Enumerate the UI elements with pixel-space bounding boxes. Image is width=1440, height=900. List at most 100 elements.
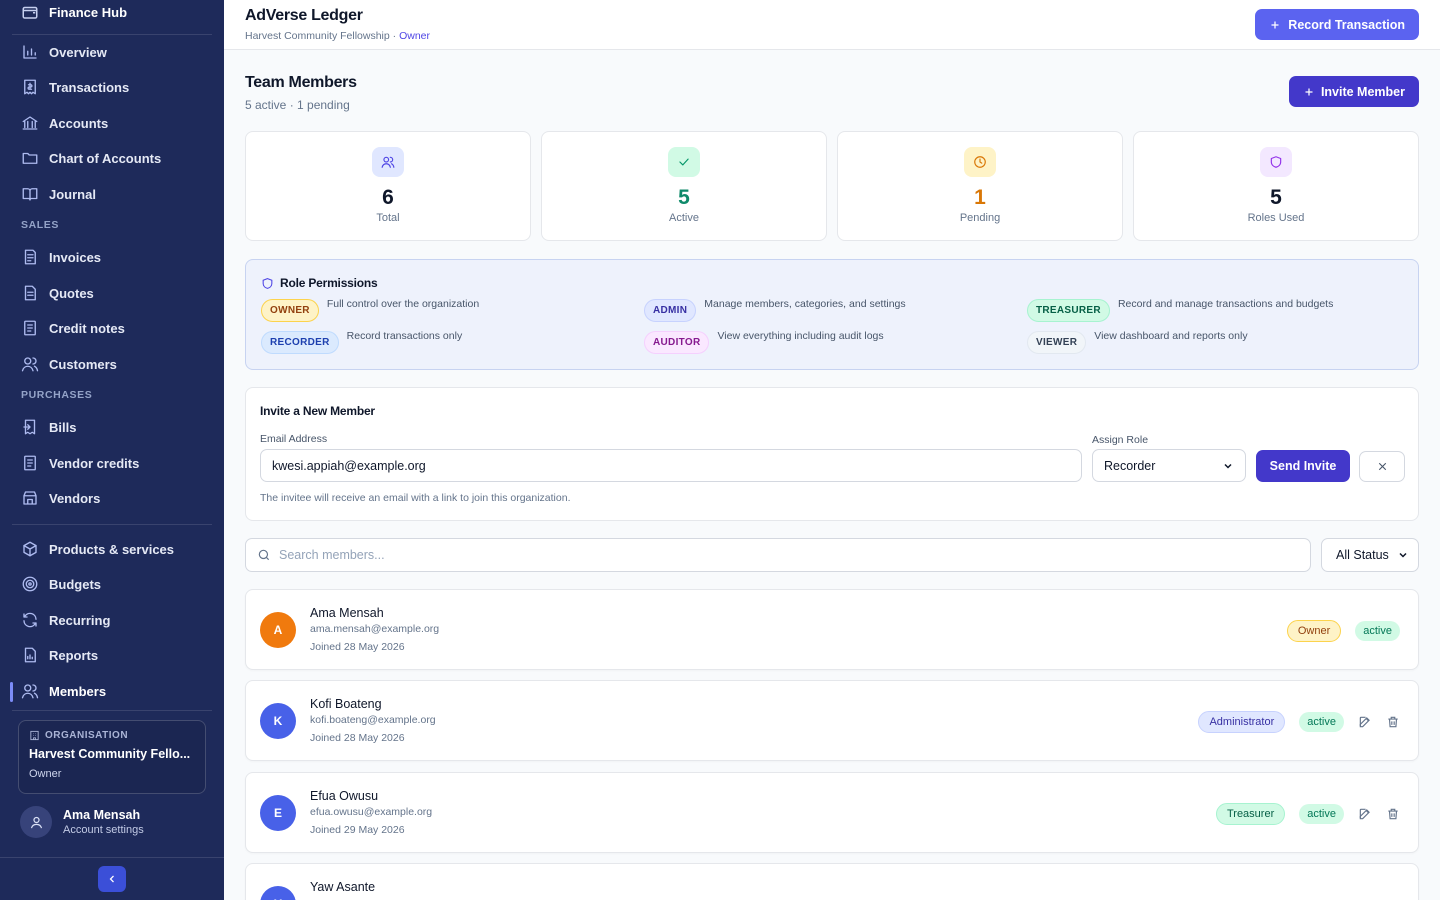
stat-value: 1	[974, 186, 986, 209]
avatar	[20, 806, 52, 838]
sidebar-item-label: Vendor credits	[49, 455, 140, 471]
delete-member-button[interactable]	[1386, 715, 1400, 729]
credit-note-icon	[24, 320, 36, 336]
edit-icon	[1359, 808, 1370, 819]
sidebar-item-label: Journal	[49, 186, 96, 202]
stat-label: Pending	[959, 212, 1001, 224]
email-label: Email Address	[260, 433, 328, 445]
sidebar-item-label: Customers	[49, 356, 117, 372]
sidebar-item-invoices[interactable]: Invoices	[12, 240, 212, 274]
sidebar-item-quotes[interactable]: Quotes	[12, 276, 212, 310]
sidebar-item-label: Products & services	[49, 541, 175, 557]
sidebar-item-customers[interactable]: Customers	[12, 347, 212, 381]
sidebar-item-reports[interactable]: Reports	[12, 638, 212, 672]
status-badge: active	[1299, 711, 1344, 732]
delete-member-button[interactable]	[1386, 807, 1400, 821]
sidebar-item-members[interactable]: Members	[10, 674, 212, 708]
sidebar-item-label: Chart of Accounts	[49, 150, 162, 166]
plus-icon	[1271, 21, 1279, 28]
section-sales-label: SALES	[21, 219, 60, 231]
email-field[interactable]: kwesi.appiah@example.org	[260, 449, 1082, 482]
member-joined: Joined 28 May 2026	[310, 641, 405, 653]
permission-owner: OWNER Full control over the organization	[261, 298, 480, 322]
section-purchases-label: PURCHASES	[21, 389, 93, 401]
sidebar-item-label: Vendors	[49, 490, 101, 506]
record-transaction-label: Record Transaction	[1288, 17, 1405, 32]
permission-auditor: AUDITOR View everything including audit l…	[644, 330, 884, 354]
member-row[interactable]: A Ama Mensah ama.mensah@example.org Joined …	[245, 589, 1419, 670]
role-badge: Treasurer	[1215, 802, 1286, 825]
record-transaction-button[interactable]: Record Transaction	[1255, 9, 1419, 40]
role-badge: AUDITOR	[644, 331, 710, 354]
permission-recorder: RECORDER Record transactions only	[261, 330, 463, 354]
role-badge: RECORDER	[261, 331, 339, 354]
edit-member-button[interactable]	[1358, 715, 1372, 729]
sidebar-item-overview[interactable]: Overview	[12, 35, 212, 69]
search-input[interactable]: Search members...	[245, 538, 1311, 572]
permission-viewer: VIEWER View dashboard and reports only	[1027, 330, 1248, 354]
status-filter-select[interactable]: All Status	[1321, 538, 1419, 572]
sidebar-item-label: Invoices	[49, 249, 102, 265]
bank-icon	[22, 116, 38, 130]
user-sub: Account settings	[63, 824, 144, 836]
organisation-card[interactable]: ORGANISATION Harvest Community Fello... …	[18, 720, 206, 794]
org-label: ORGANISATION	[45, 730, 129, 741]
sidebar-item-vendor-credits[interactable]: Vendor credits	[12, 446, 212, 480]
edit-icon	[1359, 716, 1370, 727]
report-icon	[24, 647, 36, 663]
sidebar-item-products-services[interactable]: Products & services	[12, 532, 212, 566]
role-description: Record transactions only	[346, 330, 463, 342]
sidebar-item-label: Bills	[49, 419, 77, 435]
member-row[interactable]: Y Yaw Asante	[245, 863, 1419, 900]
role-permissions-title: Role Permissions	[280, 276, 378, 290]
invite-member-button[interactable]: Invite Member	[1288, 76, 1419, 107]
member-joined: Joined 29 May 2026	[310, 824, 405, 836]
chevron-down-icon	[1224, 463, 1232, 469]
role-select[interactable]: Recorder	[1092, 449, 1246, 482]
role-description: Full control over the organization	[326, 298, 480, 310]
stat-card-total: 6 Total	[245, 131, 531, 241]
users-icon	[381, 156, 395, 168]
sidebar-item-credit-notes[interactable]: Credit notes	[12, 311, 212, 345]
header-org: Harvest Community Fellowship	[245, 30, 390, 42]
page-subtitle: 5 active · 1 pending	[245, 98, 350, 112]
account-settings[interactable]: Ama Mensah Account settings	[20, 806, 144, 838]
status-badge: active	[1355, 620, 1400, 641]
member-row[interactable]: K Kofi Boateng kofi.boateng@example.org Joi…	[245, 680, 1419, 761]
sidebar-item-budgets[interactable]: Budgets	[12, 567, 212, 601]
sidebar: Finance Hub Overview Transactions Accounts…	[0, 0, 224, 900]
sidebar-item-chart-of-accounts[interactable]: Chart of Accounts	[12, 141, 212, 175]
cancel-invite-button[interactable]	[1359, 451, 1405, 482]
sidebar-item-bills[interactable]: Bills	[12, 410, 212, 444]
sidebar-item-recurring[interactable]: Recurring	[12, 603, 212, 637]
member-row[interactable]: E Efua Owusu efua.owusu@example.org Joined …	[245, 772, 1419, 853]
sidebar-item-accounts[interactable]: Accounts	[12, 106, 212, 140]
plus-icon	[1305, 88, 1313, 95]
users-icon	[21, 684, 39, 699]
role-label: Assign Role	[1092, 434, 1149, 446]
search-icon	[258, 549, 270, 561]
collapse-sidebar-button[interactable]	[98, 866, 126, 892]
edit-member-button[interactable]	[1358, 807, 1372, 821]
role-permissions-panel: Role Permissions OWNER Full control over …	[245, 259, 1419, 370]
stat-label: Total	[376, 212, 400, 224]
bill-icon	[23, 419, 36, 435]
member-email: efua.owusu@example.org	[310, 806, 433, 818]
app-subtitle: Harvest Community Fellowship · Owner	[245, 30, 430, 42]
role-description: Manage members, categories, and settings	[704, 298, 906, 310]
invite-member-label: Invite Member	[1320, 84, 1405, 99]
sidebar-item-vendors[interactable]: Vendors	[12, 481, 212, 515]
sidebar-item-label: Overview	[49, 44, 107, 60]
send-invite-button[interactable]: Send Invite	[1256, 450, 1350, 482]
sidebar-item-transactions[interactable]: Transactions	[12, 70, 212, 104]
sidebar-item-journal[interactable]: Journal	[12, 177, 212, 211]
brand[interactable]: Finance Hub	[0, 0, 224, 24]
member-name: Kofi Boateng	[310, 697, 382, 711]
stat-icon-wrap	[372, 147, 404, 177]
stat-icon-wrap	[1260, 147, 1292, 177]
sidebar-item-label: Members	[49, 683, 107, 699]
credit-note-icon	[24, 455, 36, 471]
stat-card-active: 5 Active	[541, 131, 827, 241]
page-title: Team Members	[245, 74, 357, 91]
shield-icon	[262, 277, 273, 289]
